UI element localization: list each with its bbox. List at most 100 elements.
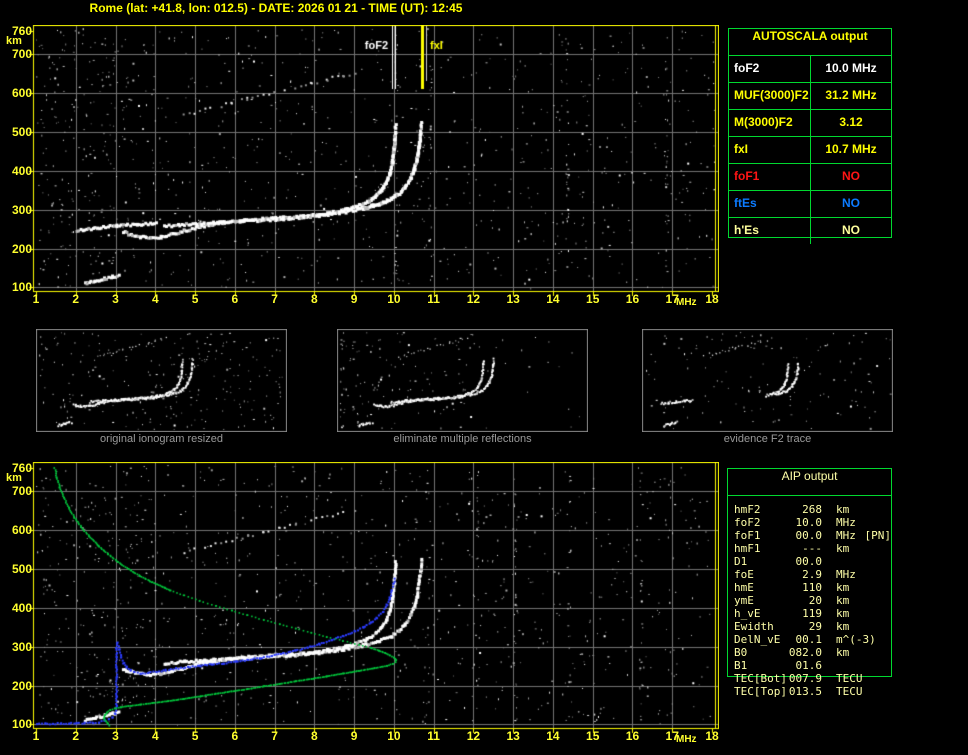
aip-value: 2.9 xyxy=(802,568,822,581)
aip-label: Ewidth xyxy=(734,620,774,633)
aip-table-header: AIP output xyxy=(728,469,891,496)
autoscala-row-value: NO xyxy=(842,196,860,210)
aip-row-B0: B0 082.0 km xyxy=(728,646,891,659)
thumbnail-caption: eliminate multiple reflections xyxy=(393,433,532,445)
y-axis-unit-label: km xyxy=(6,472,22,484)
x-tick-label: 7 xyxy=(271,729,278,743)
autoscala-output-table: AUTOSCALA output foF2 10.0 MHz MUF(3000)F2… xyxy=(728,28,892,244)
y-tick-label: 400 xyxy=(11,600,32,615)
aip-label: TEC[Bot] xyxy=(734,672,787,685)
aip-label: B1 xyxy=(734,659,748,672)
top-ionogram-canvas xyxy=(28,25,719,297)
aip-unit: km xyxy=(836,542,850,555)
aip-value: 119 xyxy=(802,607,822,620)
x-tick-label: 5 xyxy=(191,292,199,306)
aip-unit: km xyxy=(836,646,850,659)
aip-row-foF2: foF2 10.0 MHz xyxy=(728,516,891,529)
bottom-ionogram-canvas xyxy=(28,462,719,734)
aip-label: foE xyxy=(734,568,754,581)
aip-label: hmF1 xyxy=(734,542,761,555)
x-tick-label: 6 xyxy=(231,292,239,306)
aip-unit: km xyxy=(836,607,850,620)
y-tick-label: 300 xyxy=(11,202,32,217)
aip-value: 29 xyxy=(808,620,822,633)
x-tick-label: 10 xyxy=(387,729,401,743)
aip-unit xyxy=(836,555,880,568)
x-tick-label: 8 xyxy=(311,729,318,743)
autoscala-row-fxI: fxI 10.7 MHz xyxy=(729,137,891,164)
x-tick-label: 1 xyxy=(32,729,40,743)
x-tick-label: 12 xyxy=(466,292,481,306)
y-tick-label: 600 xyxy=(11,523,32,538)
autoscala-row-ftEs: ftEs NO xyxy=(729,191,891,218)
x-tick-label: 16 xyxy=(625,729,640,743)
aip-row-hmE: hmE 110 km xyxy=(728,581,891,594)
aip-unit: TECU xyxy=(836,685,863,698)
aip-table-body: hmF2 268 km foF2 10.0 MHz foF1 00.0 MHz [PN] hmF1 -… xyxy=(728,496,891,698)
autoscala-row-h'Es: h'Es NO xyxy=(729,218,891,244)
aip-value: 10.0 xyxy=(795,516,823,529)
autoscala-row-label: foF1 xyxy=(729,164,811,190)
autoscala-row-M(3000)F2: M(3000)F2 3.12 xyxy=(729,110,891,137)
autoscala-table-header: AUTOSCALA output xyxy=(729,29,891,56)
y-tick-label: 700 xyxy=(11,47,32,62)
aip-row-TEC[Top]: TEC[Top] 013.5 TECU xyxy=(728,685,891,698)
autoscala-row-MUF(3000)F2: MUF(3000)F2 31.2 MHz xyxy=(729,83,891,110)
aip-value: 082.0 xyxy=(788,646,822,659)
aip-unit xyxy=(836,659,880,672)
aip-unit: km xyxy=(836,581,850,594)
x-axis-unit-label: MHz xyxy=(676,734,697,745)
x-tick-label: 11 xyxy=(427,729,440,743)
thumbnail-eliminate-reflections xyxy=(337,329,588,432)
aip-label: TEC[Top] xyxy=(734,685,787,698)
autoscala-row-value: NO xyxy=(842,169,860,183)
aip-row-DelN_vE: DelN_vE 00.1 m^(-3) xyxy=(728,633,891,646)
aip-label: hmE xyxy=(734,581,754,594)
aip-value: --- xyxy=(802,542,822,555)
y-tick-label: 100 xyxy=(11,280,32,295)
aip-label: ymE xyxy=(734,594,754,607)
aip-unit: km xyxy=(836,594,850,607)
y-tick-label: 200 xyxy=(11,241,32,256)
aip-value: 110 xyxy=(802,581,822,594)
aip-row-B1: B1 01.6 xyxy=(728,659,891,672)
y-tick-label: 700 xyxy=(11,484,32,499)
aip-value: 01.6 xyxy=(795,659,823,672)
aip-row-D1: D1 00.0 xyxy=(728,555,891,568)
x-tick-label: 4 xyxy=(151,729,159,743)
autoscala-row-label: ftEs xyxy=(729,191,811,217)
aip-value: 007.9 xyxy=(788,672,822,685)
aip-row-ymE: ymE 20 km xyxy=(728,594,891,607)
aip-value: 013.5 xyxy=(788,685,822,698)
x-tick-label: 13 xyxy=(506,292,520,306)
aip-row-hmF1: hmF1 --- km xyxy=(728,542,891,555)
x-tick-label: 10 xyxy=(387,292,401,306)
aip-unit: km xyxy=(836,503,850,516)
aip-value: 00.0 xyxy=(795,555,823,568)
x-tick-label: 6 xyxy=(231,729,239,743)
aip-unit: m^(-3) xyxy=(836,633,876,646)
autoscala-row-value: 3.12 xyxy=(839,115,863,129)
x-tick-label: 8 xyxy=(311,292,318,306)
aip-value: 00.1 xyxy=(795,633,823,646)
x-tick-label: 1 xyxy=(32,292,40,306)
aip-label: DelN_vE xyxy=(734,633,781,646)
thumbnail-caption: evidence F2 trace xyxy=(723,433,812,445)
autoscala-row-label: MUF(3000)F2 xyxy=(729,83,811,109)
aip-label: hmF2 xyxy=(734,503,761,516)
x-tick-label: 13 xyxy=(506,729,520,743)
aip-label: foF1 xyxy=(734,529,761,542)
autoscala-row-label: h'Es xyxy=(729,218,811,244)
autoscala-screen: Rome (lat: +41.8, lon: 012.5) - DATE: 20… xyxy=(0,0,968,755)
aip-row-foF1: foF1 00.0 MHz [PN] xyxy=(728,529,891,542)
x-tick-label: 9 xyxy=(350,729,358,743)
aip-value: 20 xyxy=(808,594,822,607)
y-axis-unit-label: km xyxy=(6,35,22,47)
aip-unit: MHz xyxy=(836,529,856,542)
thumbnail-original-ionogram xyxy=(36,329,287,432)
x-axis-unit-label: MHz xyxy=(676,297,697,308)
y-tick-label: 100 xyxy=(11,717,32,732)
x-tick-label: 3 xyxy=(112,292,119,306)
autoscala-row-foF1: foF1 NO xyxy=(729,164,891,191)
x-tick-label: 4 xyxy=(151,292,159,306)
